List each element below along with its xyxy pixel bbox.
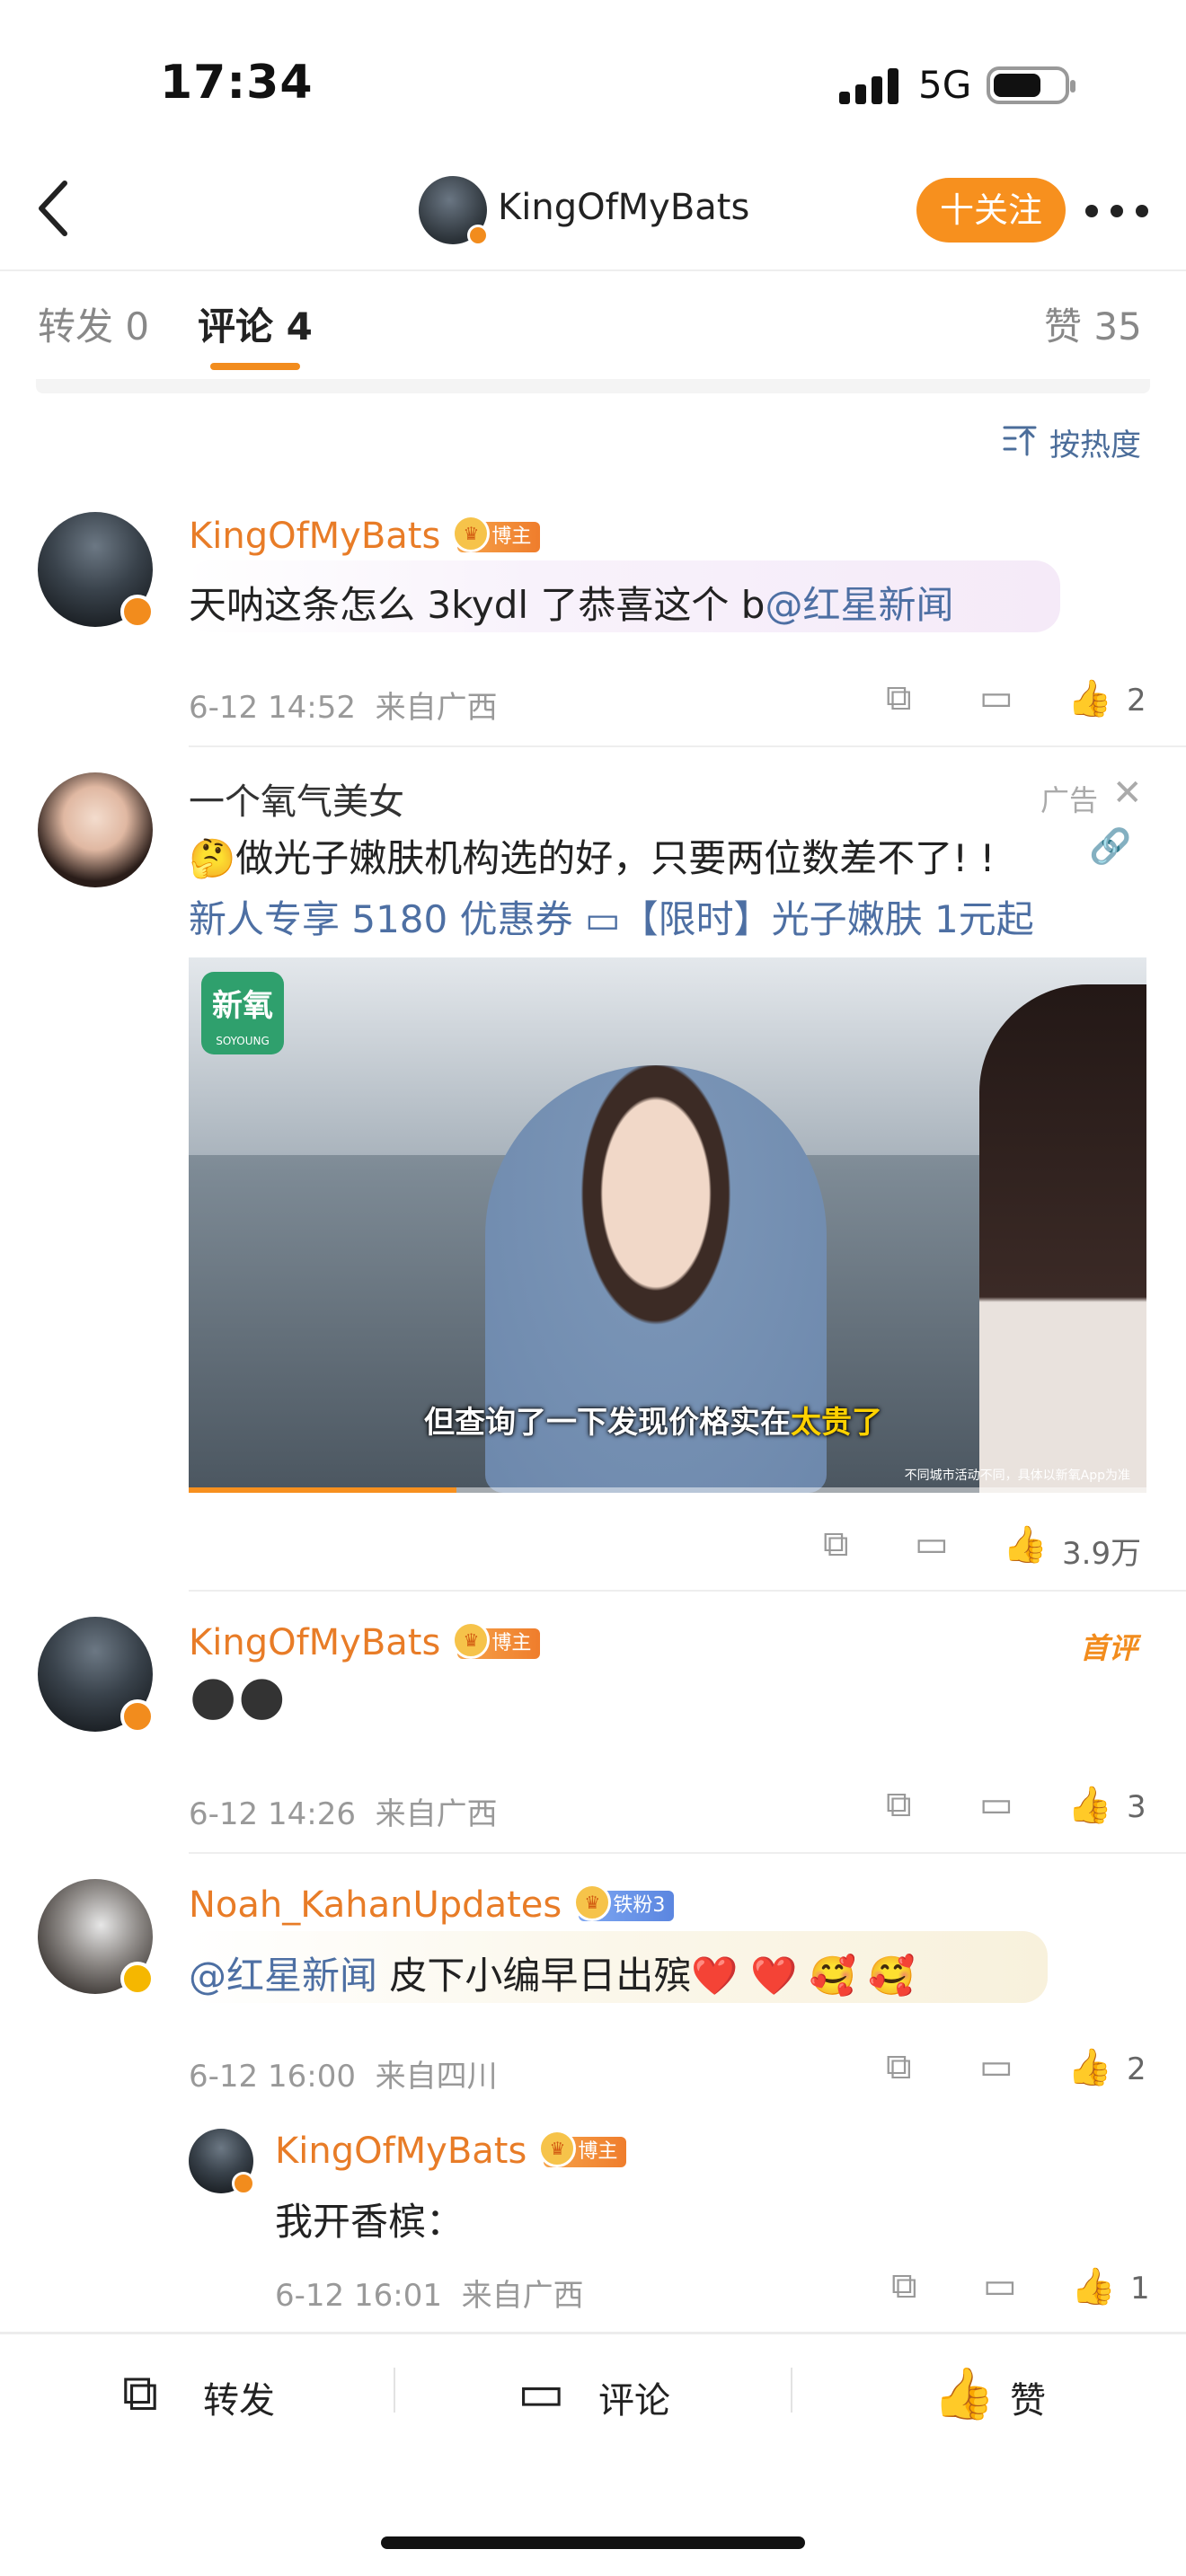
fan-badge: ♛ 铁粉3 xyxy=(573,1883,675,1921)
video-subtitle: 但查询了一下发现价格实在太贵了 xyxy=(424,1405,882,1441)
comment-text: 天呐这条怎么 3kydl 了恭喜这个 b@红星新闻 xyxy=(189,583,954,627)
like-icon[interactable]: 👍 xyxy=(933,2364,996,2423)
comment-username[interactable]: KingOfMyBats xyxy=(189,1622,440,1663)
fine-print: 不同城市活动不同，具体以新氧App为准 xyxy=(904,1469,1130,1483)
comment-meta: 6-12 14:26 来自广西 xyxy=(189,1796,498,1832)
crown-icon: ♛ xyxy=(452,515,491,552)
reply-icon[interactable]: ▭ xyxy=(983,2265,1017,2307)
ad-video[interactable]: 新氧 SOYOUNG 但查询了一下发现价格实在太贵了 不同城市活动不同，具体以新氧… xyxy=(189,957,1146,1493)
tab-divider xyxy=(36,379,1150,393)
like-count: 3.9万 xyxy=(1062,1536,1142,1572)
header-avatar[interactable] xyxy=(419,176,489,246)
divider xyxy=(394,2368,395,2413)
ad-link[interactable]: 新人专享 5180 优惠券 ▭【限时】光子嫩肤 1元起 xyxy=(189,889,1034,944)
reply-header: KingOfMyBats ♛ 博主 xyxy=(275,2130,627,2173)
like-icon[interactable]: 👍 xyxy=(1067,2046,1112,2088)
crown-icon: ♛ xyxy=(538,2130,577,2167)
blogger-badge: ♛ 博主 xyxy=(452,1621,541,1659)
video-progress xyxy=(189,1487,1146,1493)
comment-username[interactable]: KingOfMyBats xyxy=(189,516,440,557)
share-icon[interactable]: ⧉ xyxy=(886,1784,912,1825)
back-icon[interactable] xyxy=(31,176,81,241)
comment-header: KingOfMyBats ♛ 博主 xyxy=(189,515,541,558)
mention-link[interactable]: @红星新闻 xyxy=(765,583,953,627)
ad-avatar[interactable] xyxy=(38,772,153,887)
divider xyxy=(189,745,1186,747)
comment-text: @红星新闻 皮下小编早日出殡❤️ ❤️ 🥰 🥰 xyxy=(189,1954,916,1998)
ad-text: 🤔做光子嫩肤机构选的好，只要两位数差不了! ! xyxy=(189,836,996,880)
mention-link[interactable]: @红星新闻 xyxy=(189,1954,377,1998)
like-icon[interactable]: 👍 xyxy=(1003,1523,1048,1566)
repost-icon[interactable]: ⧉ xyxy=(122,2364,158,2423)
first-comment-badge: 首评 xyxy=(1080,1631,1138,1665)
link-icon[interactable]: 🔗 xyxy=(1089,826,1131,867)
divider xyxy=(791,2368,792,2413)
comment-meta: 6-12 16:00 来自四川 xyxy=(189,2059,498,2095)
more-icon[interactable] xyxy=(1085,205,1148,217)
share-icon[interactable]: ⧉ xyxy=(891,2265,917,2307)
sort-icon[interactable] xyxy=(1003,424,1039,456)
tab-like[interactable]: 赞 35 xyxy=(1044,296,1142,351)
comment-header: KingOfMyBats ♛ 博主 xyxy=(189,1621,541,1664)
divider xyxy=(189,1590,1186,1592)
network-label: 5G xyxy=(918,63,972,107)
like-icon[interactable]: 👍 xyxy=(1067,1784,1112,1826)
avatar[interactable] xyxy=(38,1879,155,1996)
blogger-badge: ♛ 博主 xyxy=(452,515,541,552)
divider xyxy=(0,269,1186,271)
follow-button[interactable]: 十关注 xyxy=(916,178,1066,243)
soyoung-logo: 新氧 SOYOUNG xyxy=(201,972,284,1054)
share-icon[interactable]: ⧉ xyxy=(823,1523,849,1565)
tab-repost[interactable]: 转发 0 xyxy=(38,296,149,351)
reply-icon[interactable]: ▭ xyxy=(979,2046,1013,2087)
close-icon[interactable]: ✕ xyxy=(1112,772,1143,814)
reply-username[interactable]: KingOfMyBats xyxy=(275,2130,527,2172)
share-icon[interactable]: ⧉ xyxy=(886,2046,912,2087)
comment-username[interactable]: Noah_KahanUpdates xyxy=(189,1884,562,1926)
comment-emoji: 🌑🌑 xyxy=(189,1674,287,1728)
bottom-bar-divider xyxy=(0,2332,1186,2334)
reply-avatar[interactable] xyxy=(189,2129,255,2195)
comment-header: Noah_KahanUpdates ♛ 铁粉3 xyxy=(189,1883,675,1927)
reply-meta: 6-12 16:01 来自广西 xyxy=(275,2278,584,2314)
home-indicator xyxy=(381,2536,805,2549)
crown-icon: ♛ xyxy=(452,1621,491,1659)
reply-icon[interactable]: ▭ xyxy=(979,1784,1013,1825)
verified-icon xyxy=(232,2172,255,2195)
like-count: 2 xyxy=(1127,2051,1146,2087)
like-icon[interactable]: 👍 xyxy=(1067,677,1112,719)
reply-text: 我开香槟： xyxy=(275,2200,465,2244)
verified-icon xyxy=(120,1962,155,1996)
reply-icon[interactable]: ▭ xyxy=(915,1523,949,1565)
ad-person xyxy=(979,984,1146,1493)
ad-label: 广告 xyxy=(1040,783,1099,817)
header-username[interactable]: KingOfMyBats xyxy=(498,187,749,228)
comment-icon[interactable]: ▭ xyxy=(518,2364,565,2422)
avatar[interactable] xyxy=(38,512,155,629)
verified-icon xyxy=(120,1699,155,1734)
comment-button[interactable]: 评论 xyxy=(598,2371,670,2423)
like-count: 2 xyxy=(1127,683,1146,719)
like-icon[interactable]: 👍 xyxy=(1071,2265,1116,2307)
status-time: 17:34 xyxy=(160,56,314,110)
divider xyxy=(189,1852,1186,1854)
tab-comment[interactable]: 评论 4 xyxy=(198,296,313,351)
battery-icon xyxy=(987,66,1075,104)
tab-underline xyxy=(210,363,300,370)
ad-username[interactable]: 一个氧气美女 xyxy=(189,772,404,825)
share-icon[interactable]: ⧉ xyxy=(886,677,912,719)
verified-icon xyxy=(467,225,489,246)
repost-button[interactable]: 转发 xyxy=(203,2371,275,2423)
comment-meta: 6-12 14:52 来自广西 xyxy=(189,690,498,726)
crown-icon: ♛ xyxy=(573,1883,612,1921)
avatar[interactable] xyxy=(38,1617,155,1734)
signal-icon xyxy=(839,68,900,104)
reply-icon[interactable]: ▭ xyxy=(979,677,1013,719)
sort-label[interactable]: 按热度 xyxy=(1049,420,1141,464)
like-button[interactable]: 赞 xyxy=(1010,2371,1046,2423)
like-count: 1 xyxy=(1130,2271,1150,2307)
blogger-badge: ♛ 博主 xyxy=(538,2130,627,2167)
verified-icon xyxy=(120,595,155,629)
like-count: 3 xyxy=(1127,1789,1146,1825)
